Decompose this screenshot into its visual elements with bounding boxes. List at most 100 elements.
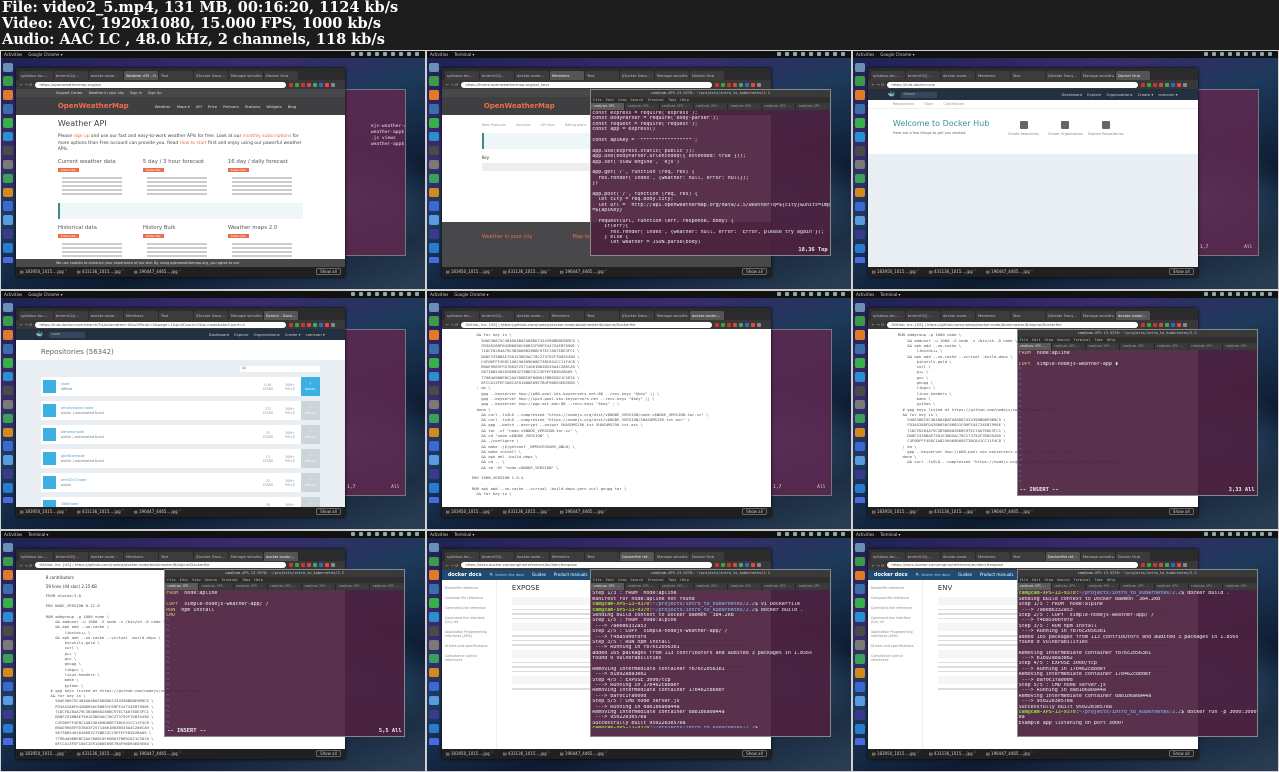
dock-app-icon[interactable] xyxy=(429,229,439,239)
dock-app-icon[interactable] xyxy=(429,483,439,493)
nav-arrows-icon[interactable]: ← → ⟳ xyxy=(872,82,885,87)
extension-icon[interactable] xyxy=(324,82,329,87)
tray-icon[interactable] xyxy=(1204,292,1208,297)
extension-icon[interactable] xyxy=(732,322,737,327)
browser-tab[interactable]: Dockerfile ref... xyxy=(619,551,654,561)
sidebar-item[interactable]: Application Programming Interfaces (APIs… xyxy=(445,630,493,638)
tray-icon[interactable] xyxy=(359,532,363,537)
dock-app-icon[interactable] xyxy=(429,131,439,142)
browser-tab[interactable]: Manage sensitiv... xyxy=(1080,71,1115,81)
sidebar-item[interactable]: Drivers and specifications xyxy=(871,644,919,648)
browser-tab[interactable]: Members xyxy=(975,551,1010,561)
extension-icon[interactable] xyxy=(732,563,737,568)
extension-icon[interactable] xyxy=(324,322,329,327)
dock-app-icon[interactable] xyxy=(3,723,13,734)
intro-link[interactable]: sign up xyxy=(73,134,89,139)
extension-icon[interactable] xyxy=(306,322,311,327)
terminal-tab[interactable]: cam@cam-XPS... xyxy=(1120,583,1154,591)
dock-app-icon[interactable] xyxy=(3,455,13,465)
repository-row[interactable]: node official 5.4K STARS 10M+ PULLS › DETAILS xyxy=(40,377,320,397)
tray-icon[interactable] xyxy=(817,52,821,57)
dock-app-icon[interactable] xyxy=(855,257,865,263)
dock-app-icon[interactable] xyxy=(429,302,439,312)
browser-tab[interactable]: Manage sensitiv... xyxy=(654,71,689,81)
extension-icon[interactable] xyxy=(738,563,743,568)
repository-row[interactable]: arm32v7/node public 32 STARS 10M+ PULLS › DETAI… xyxy=(40,473,320,493)
terminal-window[interactable]: cam@cam-XPS-13-9370: ~/projects/intro_to… xyxy=(590,89,831,256)
extension-icon[interactable] xyxy=(1177,563,1182,568)
extension-icon[interactable] xyxy=(312,322,317,327)
dock-app-icon[interactable] xyxy=(429,371,439,382)
extension-icon[interactable] xyxy=(720,563,725,568)
tray-icon[interactable] xyxy=(391,532,395,537)
background-terminal[interactable]: 1,7 All xyxy=(1188,89,1259,256)
app-menu[interactable]: Google Chrome ▾ xyxy=(28,52,62,57)
browser-tab[interactable]: Members xyxy=(549,71,584,81)
terminal-tab[interactable]: cam@cam-XPS... xyxy=(728,583,762,591)
extension-icon[interactable] xyxy=(300,82,305,87)
owm-nav-item[interactable]: Widgets xyxy=(266,104,281,109)
dock-app-icon[interactable] xyxy=(855,104,865,114)
app-menu[interactable]: Google Chrome ▾ xyxy=(28,292,62,297)
browser-tab[interactable]: Test xyxy=(1010,551,1045,561)
tray-icon[interactable] xyxy=(1204,52,1208,57)
dock-app-icon[interactable] xyxy=(3,90,13,100)
download-item[interactable]: ▤ 183950_1015....jpg ˄ xyxy=(872,751,919,756)
dock-app-icon[interactable] xyxy=(855,668,865,678)
dock-app-icon[interactable] xyxy=(855,654,865,664)
sidebar-item[interactable]: Compose file reference xyxy=(445,596,493,600)
terminal-tab[interactable]: cam@cam-XPS... xyxy=(267,583,302,591)
account-tab[interactable]: Services xyxy=(516,123,531,127)
tray-icon[interactable] xyxy=(367,292,371,297)
tray-icon[interactable] xyxy=(1252,532,1256,537)
browser-tab[interactable]: docker-node... xyxy=(940,311,975,321)
api-column-title[interactable]: 16 day / daily forecast xyxy=(228,159,303,165)
browser-tab[interactable]: docker-node... xyxy=(88,71,123,81)
dock-app-icon[interactable] xyxy=(429,90,439,100)
tray-icon[interactable] xyxy=(1260,52,1264,57)
download-item[interactable]: ▤ 183950_1015....jpg ˄ xyxy=(872,509,919,514)
dock-app-icon[interactable] xyxy=(3,737,13,745)
browser-tab[interactable]: (Docker Docs... xyxy=(619,71,654,81)
tray-icon[interactable] xyxy=(1244,292,1248,297)
terminal-window[interactable]: cam@cam-XPS-13-9370: ~/projects/intro_to… xyxy=(164,569,405,738)
extension-icon[interactable] xyxy=(1159,82,1164,87)
dock-app-icon[interactable] xyxy=(429,316,439,326)
activities-button[interactable]: Activities xyxy=(856,52,874,57)
extension-icon[interactable] xyxy=(744,322,749,327)
nav-link[interactable]: Create ▾ xyxy=(1138,92,1154,97)
terminal-tab[interactable]: cam@cam-XPS... xyxy=(796,583,830,591)
owm-nav-item[interactable]: Stations xyxy=(245,104,260,109)
sidebar-item[interactable]: Command-line reference xyxy=(445,606,493,610)
tray-icon[interactable] xyxy=(1220,292,1224,297)
tray-icon[interactable] xyxy=(407,292,411,297)
dock-app-icon[interactable] xyxy=(3,145,13,156)
terminal-tab[interactable]: cam@cam-XPS... xyxy=(659,103,693,111)
activities-button[interactable]: Activities xyxy=(856,532,874,537)
dock-app-icon[interactable] xyxy=(855,737,865,745)
owm-nav-item[interactable]: API xyxy=(196,104,202,109)
tray-icon[interactable] xyxy=(1236,532,1240,537)
dock-app-icon[interactable] xyxy=(429,330,439,340)
tray-icon[interactable] xyxy=(817,532,821,537)
dock-app-icon[interactable] xyxy=(3,469,13,479)
dock-app-icon[interactable] xyxy=(429,667,439,678)
dock-app-icon[interactable] xyxy=(855,427,865,438)
download-item[interactable]: ▤ 183950_1015....jpg ˄ xyxy=(446,751,493,756)
download-item[interactable]: ▤ 196447_4465....jpg ˄ xyxy=(560,751,607,756)
app-menu[interactable]: Terminal ▾ xyxy=(880,292,900,297)
url-input[interactable]: GitHub, Inc. [US] | https://github.com/n… xyxy=(887,321,1139,328)
welcome-action[interactable]: Create Organization xyxy=(1048,121,1083,136)
dock-app-icon[interactable] xyxy=(429,187,439,198)
nav-arrows-icon[interactable]: ← → ⟳ xyxy=(20,322,33,327)
download-item[interactable]: ▤ 431136_1015....jpg ˄ xyxy=(77,751,124,756)
extension-icon[interactable] xyxy=(294,322,299,327)
dock-app-icon[interactable] xyxy=(3,62,13,72)
dock-app-icon[interactable] xyxy=(855,215,865,226)
browser-tab[interactable]: Docker Hub xyxy=(1115,551,1150,561)
extension-icon[interactable] xyxy=(756,563,761,568)
extension-icon[interactable] xyxy=(330,563,335,568)
extension-icon[interactable] xyxy=(1153,322,1158,327)
dock-app-icon[interactable] xyxy=(3,441,13,451)
sidebar-item[interactable]: Dockerfile reference xyxy=(445,586,493,590)
